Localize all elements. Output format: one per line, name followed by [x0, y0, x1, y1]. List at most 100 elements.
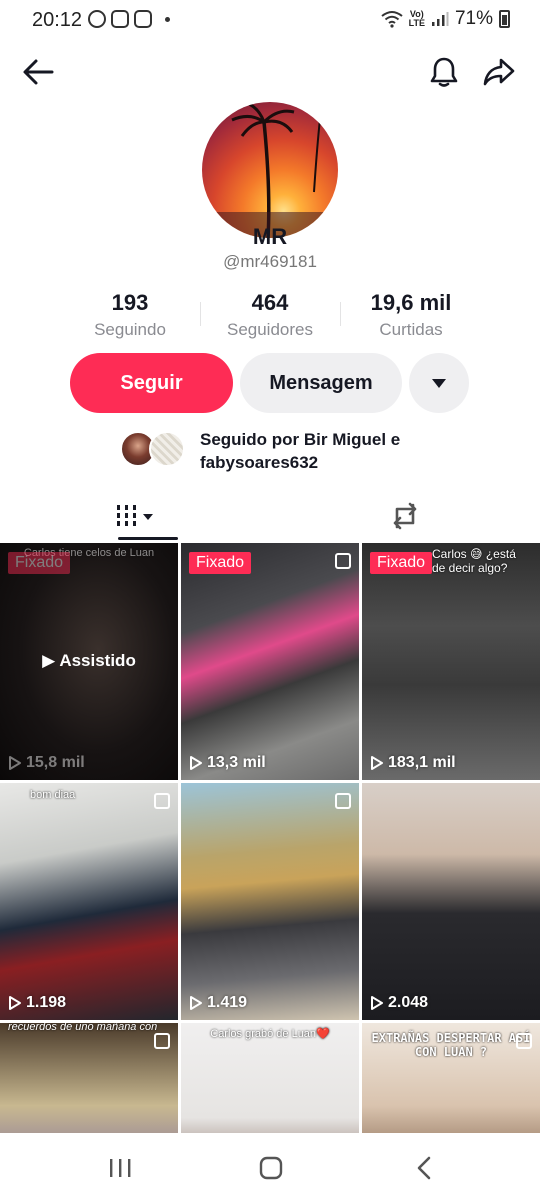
play-icon: ▶: [42, 651, 56, 670]
view-count: 15,8 mil: [8, 754, 85, 772]
profile-name: MR: [252, 224, 288, 249]
video-tile[interactable]: recuerdos de uno mañana con: [0, 1023, 178, 1133]
system-back-button[interactable]: [402, 1150, 446, 1186]
stat-value: 193: [111, 290, 149, 315]
multi-photo-icon: [335, 793, 351, 809]
stat-value: 19,6 mil: [370, 290, 452, 315]
pinned-badge: Fixado: [189, 552, 252, 574]
stat-label: Curtidas: [379, 320, 443, 339]
wifi-icon: [381, 11, 403, 28]
video-caption: EXTRAÑAS DESPERTAR ASÍ CON LUAN ?: [371, 1031, 531, 1059]
play-icon: [371, 756, 383, 770]
video-tile[interactable]: EXTRAÑAS DESPERTAR ASÍ CON LUAN ?: [362, 1023, 540, 1133]
status-bar: 20:12 Vo) LTE 71%: [0, 0, 540, 40]
video-thumbnail: [0, 1023, 178, 1133]
more-notifications-icon: [165, 16, 170, 22]
pinned-badge: Fixado: [8, 552, 71, 574]
video-tile[interactable]: bom diaa 1.198: [0, 783, 178, 1020]
watched-label: ▶ Assistido: [0, 651, 178, 671]
view-count-text: 1.419: [207, 994, 248, 1011]
home-icon: [259, 1156, 283, 1180]
back-arrow-icon: [23, 59, 54, 85]
view-count: 1.419: [189, 994, 247, 1012]
video-caption: recuerdos de uno mañana con: [8, 1023, 158, 1033]
tab-reposts[interactable]: [270, 492, 540, 540]
video-tile[interactable]: 1.419: [181, 783, 359, 1020]
signal-icon: [431, 12, 449, 26]
stat-label: Seguindo: [94, 320, 166, 339]
view-count-text: 2.048: [388, 994, 429, 1011]
video-thumbnail: [362, 783, 540, 1020]
stat-label: Seguidores: [226, 320, 313, 339]
video-tile[interactable]: Carlos 😅 ¿está de decir algo? Fixado 183…: [362, 543, 540, 780]
video-thumbnail: [181, 783, 359, 1020]
status-time: 20:12: [32, 9, 83, 31]
play-icon: [9, 996, 21, 1010]
content-tabs: [0, 492, 540, 540]
avatar[interactable]: [202, 102, 338, 238]
chevron-down-icon: [432, 379, 446, 388]
tab-videos[interactable]: [0, 492, 270, 540]
profile-username: @mr469181: [223, 252, 317, 271]
battery-percent: 71%: [454, 8, 493, 29]
video-thumbnail: [181, 543, 359, 780]
bell-icon: [430, 57, 458, 87]
tab-indicator: [118, 537, 178, 540]
video-tile[interactable]: Carlos grabó de Luan❤️: [181, 1023, 359, 1133]
video-grid: Carlos tiene celos de Luan Fixado ▶ Assi…: [0, 543, 540, 1133]
multi-photo-icon: [335, 553, 351, 569]
view-count-text: 183,1 mil: [388, 754, 456, 771]
battery-icon: [499, 10, 510, 28]
view-count: 2.048: [370, 994, 428, 1012]
back-icon: [417, 1156, 431, 1180]
multi-photo-icon: [154, 793, 170, 809]
status-right: Vo) LTE 71%: [381, 8, 510, 30]
play-icon: [371, 996, 383, 1010]
stat-likes[interactable]: 19,6 mil Curtidas: [341, 290, 481, 340]
recents-icon: [110, 1159, 131, 1177]
play-icon: [190, 756, 202, 770]
instagram-icon: [134, 10, 152, 28]
view-count-text: 13,3 mil: [207, 754, 266, 771]
watched-text: Assistido: [59, 651, 136, 670]
video-thumbnail: [362, 543, 540, 780]
instagram-icon: [111, 10, 129, 28]
stat-following[interactable]: 193 Seguindo: [60, 290, 200, 340]
recents-button[interactable]: [98, 1150, 142, 1186]
top-nav: [0, 50, 540, 94]
multi-photo-icon: [154, 1033, 170, 1049]
mutual-avatar: [149, 431, 185, 467]
view-count: 13,3 mil: [189, 754, 266, 772]
whatsapp-icon: [88, 10, 106, 28]
view-count: 1.198: [8, 994, 66, 1012]
video-tile[interactable]: 2.048: [362, 783, 540, 1020]
follow-button[interactable]: Seguir: [70, 353, 233, 413]
volte-indicator: Vo) LTE: [408, 9, 425, 28]
video-thumbnail: [0, 783, 178, 1020]
share-icon: [483, 58, 515, 86]
play-icon: [9, 756, 21, 770]
followed-by-text: Seguido por Bir Miguel e fabysoares632: [200, 430, 401, 472]
video-tile[interactable]: Fixado 13,3 mil: [181, 543, 359, 780]
play-icon: [190, 996, 202, 1010]
pinned-badge: Fixado: [370, 552, 433, 574]
view-count: 183,1 mil: [370, 754, 456, 772]
message-button[interactable]: Mensagem: [240, 353, 402, 413]
view-count-text: 1.198: [26, 994, 67, 1011]
stat-value: 464: [251, 290, 289, 315]
video-tile[interactable]: Carlos tiene celos de Luan Fixado ▶ Assi…: [0, 543, 178, 780]
back-button[interactable]: [16, 50, 60, 94]
followed-by[interactable]: Seguido por Bir Miguel e fabysoares632: [120, 428, 440, 474]
video-caption: Carlos grabó de Luan❤️: [210, 1028, 330, 1040]
home-button[interactable]: [249, 1150, 293, 1186]
grid-icon: [117, 505, 153, 526]
profile-actions: Seguir Mensagem: [0, 353, 540, 413]
system-nav-bar: [0, 1134, 540, 1200]
status-notification-icons: [88, 10, 170, 28]
video-caption: Carlos 😅 ¿está de decir algo?: [432, 547, 516, 575]
palm-tree-sunset-image: [202, 102, 338, 238]
suggested-accounts-button[interactable]: [409, 353, 469, 413]
share-button[interactable]: [477, 50, 521, 94]
stat-followers[interactable]: 464 Seguidores: [200, 290, 340, 340]
notifications-button[interactable]: [422, 50, 466, 94]
